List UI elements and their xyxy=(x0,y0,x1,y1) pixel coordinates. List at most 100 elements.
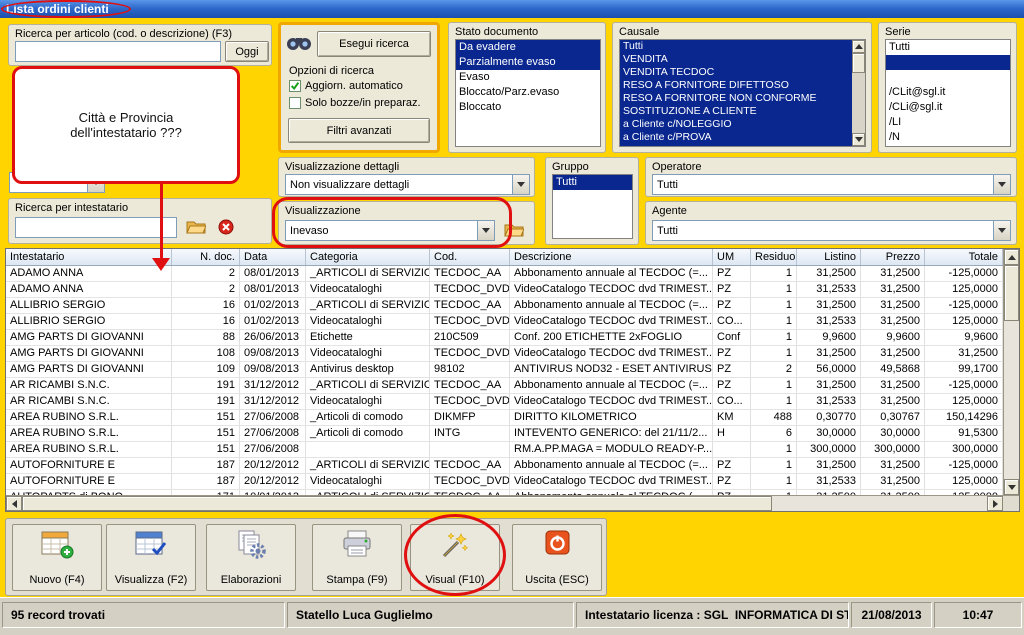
stampa-button[interactable]: Stampa (F9) xyxy=(312,524,402,591)
scrollbar-thumb[interactable] xyxy=(1004,265,1019,321)
checkbox-solo-bozze[interactable]: Solo bozze/in preparaz. xyxy=(289,97,421,109)
opzioni-ricerca-label: Opzioni di ricerca xyxy=(289,65,374,77)
checkbox-box[interactable] xyxy=(289,97,301,109)
table-row[interactable]: ADAMO ANNA 2 08/01/2013 Videocataloghi TECDO… xyxy=(6,282,1003,298)
scroll-down-button[interactable] xyxy=(852,133,865,146)
visualizzazione-dettagli-combobox[interactable]: Non visualizzare dettagli xyxy=(285,174,530,195)
serie-item[interactable]: Tutti xyxy=(886,40,1010,55)
column-header[interactable]: Cod. xyxy=(430,249,510,265)
serie-list[interactable]: Tutti/CLit@sgl.it/CLi@sgl.it/LI/N xyxy=(885,39,1011,147)
table-row[interactable]: AUTOFORNITURE E 187 20/12/2012 Videocatalog… xyxy=(6,474,1003,490)
esegui-ricerca-button[interactable]: Esegui ricerca xyxy=(317,31,431,57)
dropdown-button[interactable] xyxy=(87,173,104,192)
causale-item[interactable]: a Cliente c/PROVA xyxy=(620,131,850,144)
causale-item[interactable]: VENDITA TECDOC xyxy=(620,66,850,79)
table-row[interactable]: AR RICAMBI S.N.C. 191 31/12/2012 _ARTICOLI … xyxy=(6,378,1003,394)
dropdown-button[interactable] xyxy=(512,175,529,194)
column-header[interactable]: Categoria xyxy=(306,249,430,265)
scroll-left-button[interactable] xyxy=(6,496,22,511)
visualizza-button[interactable]: Visualizza (F2) xyxy=(106,524,196,591)
scrollbar-thumb[interactable] xyxy=(852,53,865,73)
visualizzazione-folder-button[interactable] xyxy=(501,218,527,242)
scrollbar-track[interactable] xyxy=(772,496,987,511)
vertical-scrollbar[interactable] xyxy=(1003,249,1019,495)
scrollbar-thumb[interactable] xyxy=(22,496,772,511)
visual-button[interactable]: Visual (F10) xyxy=(410,524,500,591)
causale-item[interactable]: SOSTITUZIONE A CLIENTE xyxy=(620,105,850,118)
stato-documento-item[interactable]: Bloccato/Parz.evaso xyxy=(456,85,600,100)
table-row[interactable]: AREA RUBINO S.R.L. 151 27/06/2008 RM.A.PP.M… xyxy=(6,442,1003,458)
scrollbar-track[interactable] xyxy=(1004,321,1019,479)
serie-item[interactable]: /N xyxy=(886,130,1010,145)
causale-item[interactable]: Tutti xyxy=(620,40,850,53)
column-header[interactable]: Prezzo xyxy=(861,249,925,265)
table-cell: 1 xyxy=(751,346,797,361)
gruppo-item[interactable]: Tutti xyxy=(553,175,632,190)
hidden-combobox[interactable] xyxy=(9,172,105,193)
causale-item[interactable]: RESO A FORNITORE NON CONFORME xyxy=(620,92,850,105)
operatore-combobox[interactable]: Tutti xyxy=(652,174,1011,195)
column-header[interactable]: Intestatario xyxy=(6,249,172,265)
stato-documento-item[interactable]: Bloccato xyxy=(456,100,600,115)
nuovo-button[interactable]: Nuovo (F4) xyxy=(12,524,102,591)
scroll-up-button[interactable] xyxy=(852,40,865,53)
causale-scrollbar[interactable] xyxy=(852,40,865,146)
uscita-button[interactable]: Uscita (ESC) xyxy=(512,524,602,591)
causale-list[interactable]: Tutti VENDITA VENDITA TECDOC RESO A FORNITO… xyxy=(619,39,866,147)
table-cell: 125,0000 xyxy=(925,282,1003,297)
horizontal-scrollbar[interactable] xyxy=(6,495,1019,511)
scroll-down-button[interactable] xyxy=(1004,479,1019,495)
nuovo-button-label: Nuovo (F4) xyxy=(29,574,85,586)
table-row[interactable]: AR RICAMBI S.N.C. 191 31/12/2012 Videocatal… xyxy=(6,394,1003,410)
scroll-right-button[interactable] xyxy=(987,496,1003,511)
stato-documento-item[interactable]: Da evadere xyxy=(456,40,600,55)
serie-item[interactable]: /LI xyxy=(886,115,1010,130)
table-row[interactable]: AMG PARTS DI GIOVANNI 109 09/08/2013 Antivi… xyxy=(6,362,1003,378)
folder-open-button[interactable] xyxy=(183,215,209,239)
visualizzazione-combobox[interactable]: Inevaso xyxy=(285,220,495,241)
articolo-search-input[interactable] xyxy=(15,41,221,62)
oggi-button[interactable]: Oggi xyxy=(225,41,269,62)
checkbox-box[interactable] xyxy=(289,80,301,92)
intestatario-search-input[interactable] xyxy=(15,217,177,238)
serie-item[interactable]: /CLi@sgl.it xyxy=(886,100,1010,115)
serie-item[interactable]: /CLit@sgl.it xyxy=(886,85,1010,100)
table-cell: 08/01/2013 xyxy=(240,282,306,297)
causale-item[interactable]: a Cliente c/NOLEGGIO xyxy=(620,118,850,131)
dropdown-button[interactable] xyxy=(993,175,1010,194)
column-header[interactable]: Totale xyxy=(925,249,1003,265)
table-row[interactable]: AUTOFORNITURE E 187 20/12/2012 _ARTICOLI di… xyxy=(6,458,1003,474)
gruppo-list[interactable]: Tutti xyxy=(552,174,633,239)
column-header[interactable]: Listino xyxy=(797,249,861,265)
column-header[interactable]: Residuo xyxy=(751,249,797,265)
causale-item[interactable]: RESO A FORNITORE DIFETTOSO xyxy=(620,79,850,92)
column-header[interactable]: Descrizione xyxy=(510,249,713,265)
dropdown-button[interactable] xyxy=(477,221,494,240)
table-row[interactable]: AMG PARTS DI GIOVANNI 88 26/06/2013 Etichet… xyxy=(6,330,1003,346)
clear-search-button[interactable] xyxy=(213,215,239,239)
column-header[interactable]: UM xyxy=(713,249,751,265)
serie-item[interactable] xyxy=(886,70,1010,85)
table-row[interactable]: ALLIBRIO SERGIO 16 01/02/2013 _ARTICOLI di … xyxy=(6,298,1003,314)
elaborazioni-button[interactable]: Elaborazioni xyxy=(206,524,296,591)
agente-combobox[interactable]: Tutti xyxy=(652,220,1011,241)
serie-item[interactable] xyxy=(886,55,1010,70)
table-row[interactable]: AREA RUBINO S.R.L. 151 27/06/2008 _Articoli… xyxy=(6,410,1003,426)
table-cell: -125,0000 xyxy=(925,266,1003,281)
causale-item[interactable]: VENDITA xyxy=(620,53,850,66)
stato-documento-list[interactable]: Da evadere Parzialmente evaso Evaso Bloccat… xyxy=(455,39,601,147)
stato-documento-item[interactable]: Evaso xyxy=(456,70,600,85)
table-cell: Antivirus desktop xyxy=(306,362,430,377)
column-header[interactable]: Data xyxy=(240,249,306,265)
dropdown-button[interactable] xyxy=(993,221,1010,240)
filtri-avanzati-button[interactable]: Filtri avanzati xyxy=(288,118,430,143)
table-row[interactable]: ADAMO ANNA 2 08/01/2013 _ARTICOLI di SERVIZ… xyxy=(6,266,1003,282)
table-row[interactable]: AREA RUBINO S.R.L. 151 27/06/2008 _Articoli… xyxy=(6,426,1003,442)
table-row[interactable]: AMG PARTS DI GIOVANNI 108 09/08/2013 Videoc… xyxy=(6,346,1003,362)
stato-documento-item[interactable]: Parzialmente evaso xyxy=(456,55,600,70)
table-row[interactable]: ALLIBRIO SERGIO 16 01/02/2013 Videocatalogh… xyxy=(6,314,1003,330)
column-header[interactable]: N. doc. xyxy=(172,249,240,265)
checkbox-aggiorn-automatico[interactable]: Aggiorn. automatico xyxy=(289,80,403,92)
scroll-up-button[interactable] xyxy=(1004,249,1019,265)
scrollbar-track[interactable] xyxy=(852,73,865,133)
